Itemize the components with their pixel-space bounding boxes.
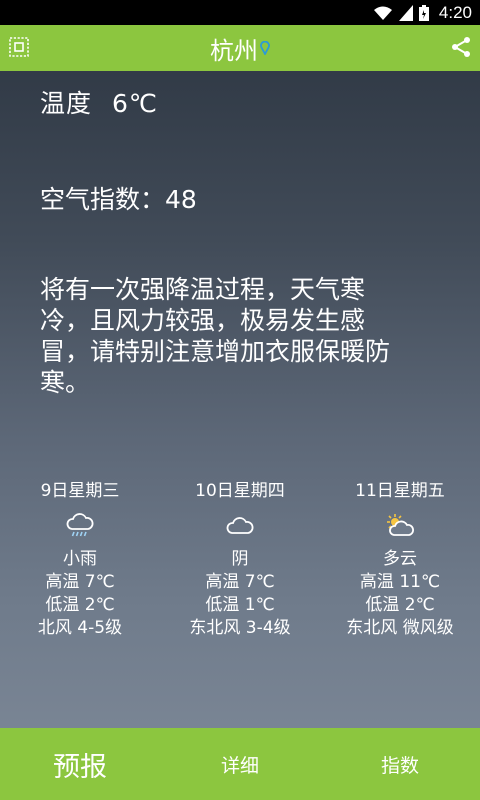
forecast-low: 低温 1℃ xyxy=(205,595,275,615)
tab-forecast[interactable]: 预报 xyxy=(0,728,160,800)
forecast-condition: 小雨 xyxy=(63,549,97,569)
forecast-list: 9日星期三 小雨 高温 7℃ 低温 2℃ 北风 4-5级 10日星期四 阴 高温… xyxy=(0,478,480,640)
status-time: 4:20 xyxy=(438,2,472,22)
forecast-day: 10日星期四 阴 高温 7℃ 低温 1℃ 东北风 3-4级 xyxy=(160,478,320,640)
forecast-high: 高温 7℃ xyxy=(45,572,115,592)
forecast-low: 低温 2℃ xyxy=(45,595,115,615)
city-title[interactable]: 杭州 xyxy=(210,31,270,66)
menu-icon[interactable] xyxy=(8,36,30,58)
current-weather: 温度 6℃ 空气指数：48 将有一次强降温过程，天气寒冷，且风力较强，极易发生感冒… xyxy=(40,84,400,397)
forecast-day: 9日星期三 小雨 高温 7℃ 低温 2℃ 北风 4-5级 xyxy=(0,478,160,640)
forecast-date: 11日星期五 xyxy=(355,481,445,501)
forecast-wind: 东北风 3-4级 xyxy=(189,618,291,638)
partly-cloudy-icon xyxy=(387,514,414,536)
weather-advice: 将有一次强降温过程，天气寒冷，且风力较强，极易发生感冒，请特别注意增加衣服保暖防… xyxy=(40,275,391,397)
tab-index[interactable]: 指数 xyxy=(320,728,480,800)
forecast-day: 11日星期五 多云 高温 11℃ 低温 2℃ 东北风 微风级 xyxy=(320,478,480,640)
forecast-wind: 东北风 微风级 xyxy=(346,618,454,638)
air-quality-index: 空气指数：48 xyxy=(40,185,197,214)
temperature-row: 温度 6℃ xyxy=(40,84,400,120)
share-icon[interactable] xyxy=(450,36,472,58)
forecast-condition: 阴 xyxy=(231,549,249,569)
light-rain-icon xyxy=(66,513,94,537)
tab-details[interactable]: 详细 xyxy=(160,728,320,800)
cloudy-icon xyxy=(226,517,254,534)
city-name: 杭州 xyxy=(210,36,258,65)
forecast-low: 低温 2℃ xyxy=(365,595,435,615)
status-bar: 4:20 xyxy=(0,0,480,25)
battery-icon xyxy=(418,4,429,21)
forecast-date: 9日星期三 xyxy=(40,481,120,501)
temperature-label: 温度 xyxy=(40,89,93,118)
forecast-wind: 北风 4-5级 xyxy=(37,618,123,638)
app-bar: 杭州 xyxy=(0,25,480,71)
temperature-value: 6℃ xyxy=(112,89,158,118)
location-pin-icon xyxy=(260,41,270,55)
forecast-date: 10日星期四 xyxy=(195,481,285,501)
signal-icon xyxy=(398,4,413,21)
bottom-tab-bar: 预报 详细 指数 xyxy=(0,728,480,800)
forecast-condition: 多云 xyxy=(383,549,417,569)
wifi-icon xyxy=(373,6,392,20)
forecast-high: 高温 7℃ xyxy=(205,572,275,592)
forecast-high: 高温 11℃ xyxy=(359,572,441,592)
